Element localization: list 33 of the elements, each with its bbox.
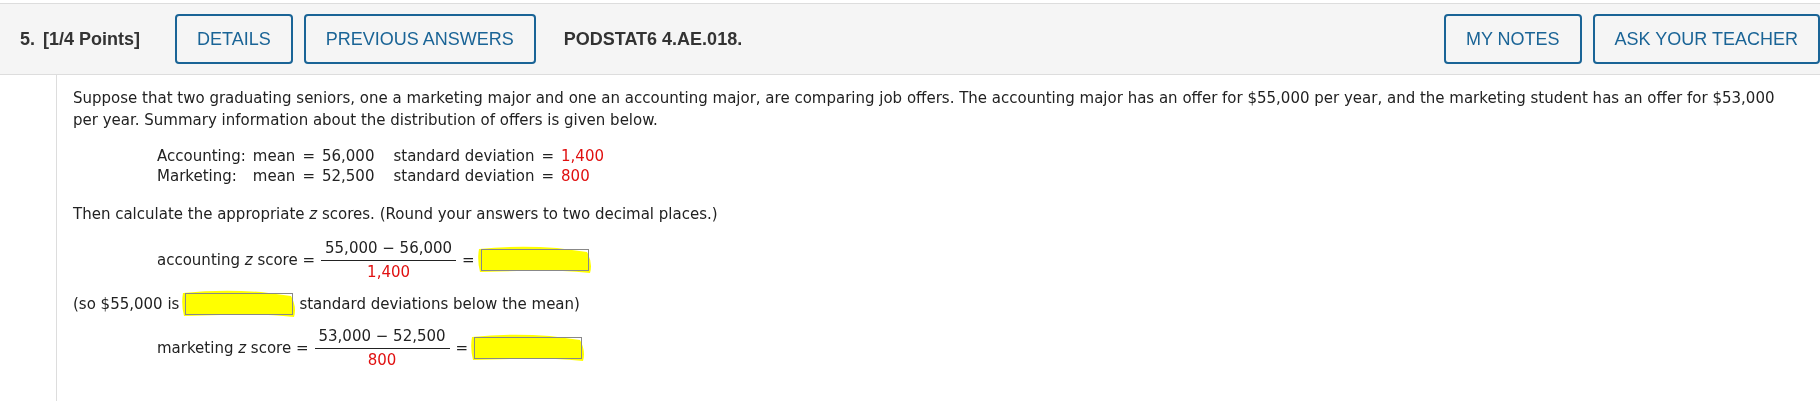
instruction-text: Then calculate the appropriate z scores. (Round your answers to two decimal places.)	[73, 204, 719, 225]
header-button[interactable]: DETAILS	[175, 14, 293, 64]
equals-sign: =	[462, 250, 475, 271]
denominator: 1,400	[367, 262, 411, 283]
sentence-text: (so $55,000 is	[73, 294, 180, 315]
question-number: 5.	[20, 28, 35, 50]
sentence-text: standard deviations below the mean)	[299, 294, 580, 315]
stat-value: 56,000	[321, 146, 375, 166]
header-button[interactable]: MY NOTES	[1443, 14, 1582, 64]
denominator: 800	[367, 350, 397, 371]
stat-text: mean	[252, 146, 296, 166]
points-label: [1/4 Points]	[43, 28, 141, 50]
equals-sign: =	[455, 338, 469, 359]
equals-sign: =	[541, 166, 555, 186]
stat-value: 1,400	[561, 146, 604, 166]
equation-label: accounting z score =	[157, 250, 316, 271]
equals-sign: =	[302, 146, 315, 166]
stat-text: standard deviation	[393, 146, 535, 166]
stat-value: 52,500	[321, 166, 375, 186]
problem-code: PODSTAT6 4.AE.018.	[563, 28, 743, 50]
numerator: 55,000 − 56,000	[321, 237, 457, 261]
problem-text: Suppose that two graduating seniors, one a marketing major and one an accounting major, are comparing job offers. The accounting major has an offer for $55,000 per year, and the marketing student has an offer for $53,000 per year. Summary information about the distribution of offers is given below.	[73, 88, 1776, 131]
stat-value: 800	[561, 166, 591, 186]
equation-label: marketing z score =	[157, 338, 309, 359]
stat-text: standard deviation	[393, 166, 535, 186]
stat-text: mean	[252, 166, 296, 186]
header-button[interactable]: ASK YOUR TEACHER	[1592, 14, 1820, 64]
stat-label: Marketing:	[157, 166, 238, 186]
equals-sign: =	[541, 146, 555, 166]
header-button[interactable]: PREVIOUS ANSWERS	[303, 14, 536, 64]
stat-label: Accounting:	[157, 146, 246, 166]
numerator: 53,000 − 52,500	[314, 325, 450, 349]
equals-sign: =	[302, 166, 315, 186]
